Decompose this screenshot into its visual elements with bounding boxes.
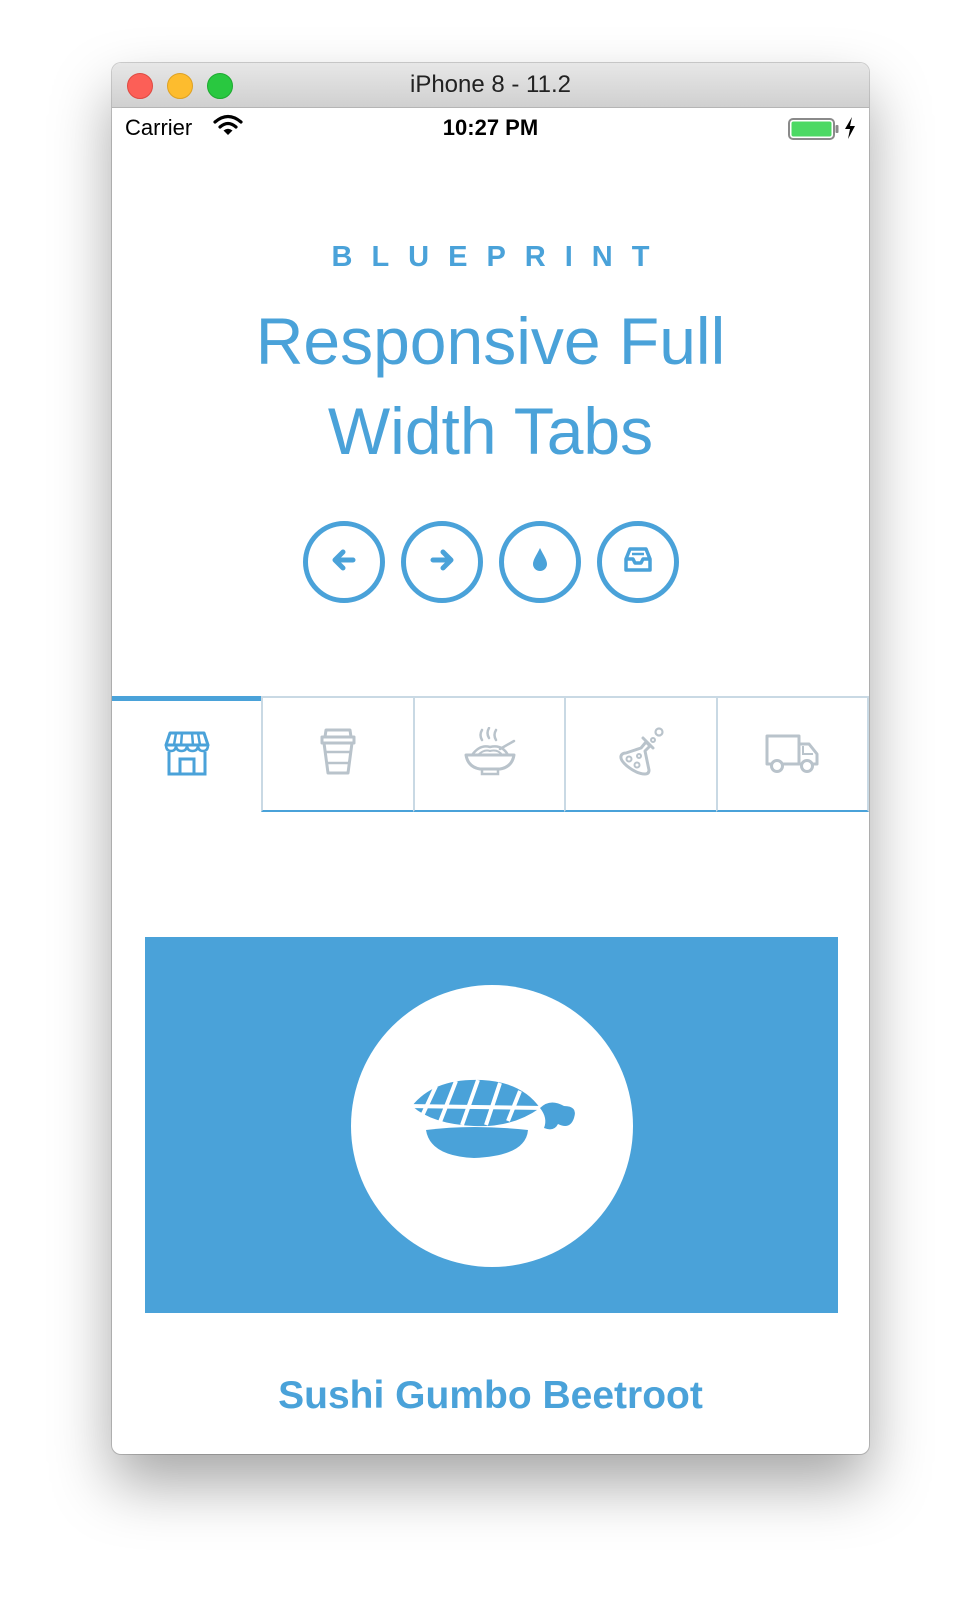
round-button-group — [112, 521, 869, 603]
status-bar: Carrier 10:27 PM — [112, 108, 869, 150]
charging-bolt-icon — [843, 116, 857, 146]
page-title-line-1: Responsive Full — [255, 304, 726, 378]
tab-cup[interactable] — [261, 696, 413, 812]
content-panel — [145, 937, 838, 1313]
simulator-window: iPhone 8 - 11.2 Carrier 10:27 PM BLUEPRI… — [112, 63, 869, 1454]
content-icon-circle — [351, 985, 633, 1267]
page-title: Responsive Full Width Tabs — [172, 296, 809, 476]
status-time: 10:27 PM — [442, 115, 539, 140]
page-title-line-2: Width Tabs — [327, 394, 654, 468]
noodles-icon — [462, 726, 518, 782]
inbox-icon — [620, 543, 656, 582]
arrow-right-icon — [425, 543, 459, 582]
next-button[interactable] — [400, 521, 483, 603]
eyebrow-label: BLUEPRINT — [331, 241, 669, 273]
cup-icon — [315, 727, 361, 782]
flask-icon — [615, 726, 667, 783]
tab-flask[interactable] — [564, 696, 716, 812]
drop-icon — [523, 543, 557, 582]
title-bar: iPhone 8 - 11.2 — [112, 63, 869, 108]
sushi-icon — [404, 1076, 580, 1177]
drop-button[interactable] — [498, 521, 581, 603]
tab-truck[interactable] — [715, 696, 869, 812]
inbox-button[interactable] — [596, 521, 679, 603]
tab-shop[interactable] — [112, 696, 262, 812]
battery-icon — [788, 118, 840, 146]
previous-button[interactable] — [302, 521, 385, 603]
shop-icon — [162, 729, 212, 784]
content-title: Sushi Gumbo Beetroot — [278, 1374, 703, 1417]
truck-icon — [763, 728, 821, 781]
tab-bar — [112, 696, 869, 812]
window-title: iPhone 8 - 11.2 — [409, 71, 571, 98]
arrow-left-icon — [327, 543, 361, 582]
tab-noodles[interactable] — [412, 696, 565, 812]
